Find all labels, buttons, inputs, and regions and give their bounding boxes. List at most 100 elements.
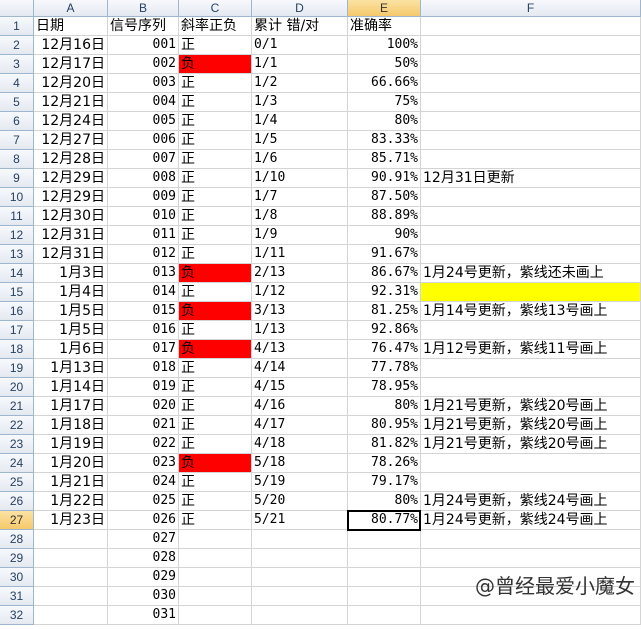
row-header-4[interactable]: 4: [0, 74, 34, 93]
cell-c32[interactable]: [179, 606, 252, 625]
cell-f29[interactable]: [421, 549, 641, 568]
cell-a9[interactable]: 12月29日: [34, 169, 108, 188]
cell-b17[interactable]: 016: [108, 321, 179, 340]
cell-d15[interactable]: 1/12: [252, 283, 348, 302]
row-header-16[interactable]: 16: [0, 302, 34, 321]
cell-e29[interactable]: [348, 549, 421, 568]
cell-f27[interactable]: 1月24号更新，紫线24号画上: [421, 511, 641, 530]
cell-d21[interactable]: 4/16: [252, 397, 348, 416]
cell-e17[interactable]: 92.86%: [348, 321, 421, 340]
row-header-2[interactable]: 2: [0, 36, 34, 55]
cell-f28[interactable]: [421, 530, 641, 549]
cell-c4[interactable]: 正: [179, 74, 252, 93]
cell-c25[interactable]: 正: [179, 473, 252, 492]
cell-a14[interactable]: 1月3日: [34, 264, 108, 283]
cell-a24[interactable]: 1月20日: [34, 454, 108, 473]
row-header-3[interactable]: 3: [0, 55, 34, 74]
cell-e13[interactable]: 91.67%: [348, 245, 421, 264]
cell-d22[interactable]: 4/17: [252, 416, 348, 435]
cell-e18[interactable]: 76.47%: [348, 340, 421, 359]
cell-f13[interactable]: [421, 245, 641, 264]
cell-d17[interactable]: 1/13: [252, 321, 348, 340]
cell-c27[interactable]: 正: [179, 511, 252, 530]
cell-a15[interactable]: 1月4日: [34, 283, 108, 302]
cell-b24[interactable]: 023: [108, 454, 179, 473]
row-header-29[interactable]: 29: [0, 549, 34, 568]
cell-a4[interactable]: 12月20日: [34, 74, 108, 93]
cell-a7[interactable]: 12月27日: [34, 131, 108, 150]
cell-e28[interactable]: [348, 530, 421, 549]
row-header-21[interactable]: 21: [0, 397, 34, 416]
cell-f21[interactable]: 1月21号更新，紫线20号画上: [421, 397, 641, 416]
cell-c30[interactable]: [179, 568, 252, 587]
cell-d19[interactable]: 4/14: [252, 359, 348, 378]
cell-b1[interactable]: 信号序列: [108, 17, 179, 36]
row-header-1[interactable]: 1: [0, 17, 34, 36]
cell-f23[interactable]: 1月21号更新，紫线20号画上: [421, 435, 641, 454]
row-header-12[interactable]: 12: [0, 226, 34, 245]
cell-b31[interactable]: 030: [108, 587, 179, 606]
cell-e26[interactable]: 80%: [348, 492, 421, 511]
cell-e6[interactable]: 80%: [348, 112, 421, 131]
row-header-20[interactable]: 20: [0, 378, 34, 397]
cell-f19[interactable]: [421, 359, 641, 378]
cell-b21[interactable]: 020: [108, 397, 179, 416]
cell-c5[interactable]: 正: [179, 93, 252, 112]
cell-b20[interactable]: 019: [108, 378, 179, 397]
cell-e32[interactable]: [348, 606, 421, 625]
cell-d12[interactable]: 1/9: [252, 226, 348, 245]
row-header-19[interactable]: 19: [0, 359, 34, 378]
cell-e12[interactable]: 90%: [348, 226, 421, 245]
cell-d3[interactable]: 1/1: [252, 55, 348, 74]
row-header-10[interactable]: 10: [0, 188, 34, 207]
cell-b23[interactable]: 022: [108, 435, 179, 454]
cell-d23[interactable]: 4/18: [252, 435, 348, 454]
cell-a21[interactable]: 1月17日: [34, 397, 108, 416]
cell-e9[interactable]: 90.91%: [348, 169, 421, 188]
cell-a17[interactable]: 1月5日: [34, 321, 108, 340]
cell-a30[interactable]: [34, 568, 108, 587]
cell-e5[interactable]: 75%: [348, 93, 421, 112]
cell-a5[interactable]: 12月21日: [34, 93, 108, 112]
cell-b25[interactable]: 024: [108, 473, 179, 492]
cell-a29[interactable]: [34, 549, 108, 568]
cell-b32[interactable]: 031: [108, 606, 179, 625]
cell-b30[interactable]: 029: [108, 568, 179, 587]
cell-a32[interactable]: [34, 606, 108, 625]
cell-c24[interactable]: 负: [179, 454, 252, 473]
cell-e25[interactable]: 79.17%: [348, 473, 421, 492]
cell-c11[interactable]: 正: [179, 207, 252, 226]
cell-e7[interactable]: 83.33%: [348, 131, 421, 150]
cell-c2[interactable]: 正: [179, 36, 252, 55]
cell-b19[interactable]: 018: [108, 359, 179, 378]
cell-d14[interactable]: 2/13: [252, 264, 348, 283]
row-header-8[interactable]: 8: [0, 150, 34, 169]
row-header-18[interactable]: 18: [0, 340, 34, 359]
cell-b6[interactable]: 005: [108, 112, 179, 131]
cell-a25[interactable]: 1月21日: [34, 473, 108, 492]
cell-a2[interactable]: 12月16日: [34, 36, 108, 55]
cell-a6[interactable]: 12月24日: [34, 112, 108, 131]
cell-b13[interactable]: 012: [108, 245, 179, 264]
cell-f14[interactable]: 1月24号更新，紫线还未画上: [421, 264, 641, 283]
cell-d31[interactable]: [252, 587, 348, 606]
cell-b9[interactable]: 008: [108, 169, 179, 188]
cell-f5[interactable]: [421, 93, 641, 112]
column-header-c[interactable]: C: [179, 0, 252, 17]
cell-b15[interactable]: 014: [108, 283, 179, 302]
cell-a3[interactable]: 12月17日: [34, 55, 108, 74]
cell-c21[interactable]: 正: [179, 397, 252, 416]
cell-d4[interactable]: 1/2: [252, 74, 348, 93]
row-header-28[interactable]: 28: [0, 530, 34, 549]
row-header-5[interactable]: 5: [0, 93, 34, 112]
cell-a1[interactable]: 日期: [34, 17, 108, 36]
cell-b29[interactable]: 028: [108, 549, 179, 568]
cell-a16[interactable]: 1月5日: [34, 302, 108, 321]
cell-b5[interactable]: 004: [108, 93, 179, 112]
cell-d5[interactable]: 1/3: [252, 93, 348, 112]
cell-a10[interactable]: 12月29日: [34, 188, 108, 207]
cell-a11[interactable]: 12月30日: [34, 207, 108, 226]
cell-d26[interactable]: 5/20: [252, 492, 348, 511]
cell-c28[interactable]: [179, 530, 252, 549]
cell-d7[interactable]: 1/5: [252, 131, 348, 150]
